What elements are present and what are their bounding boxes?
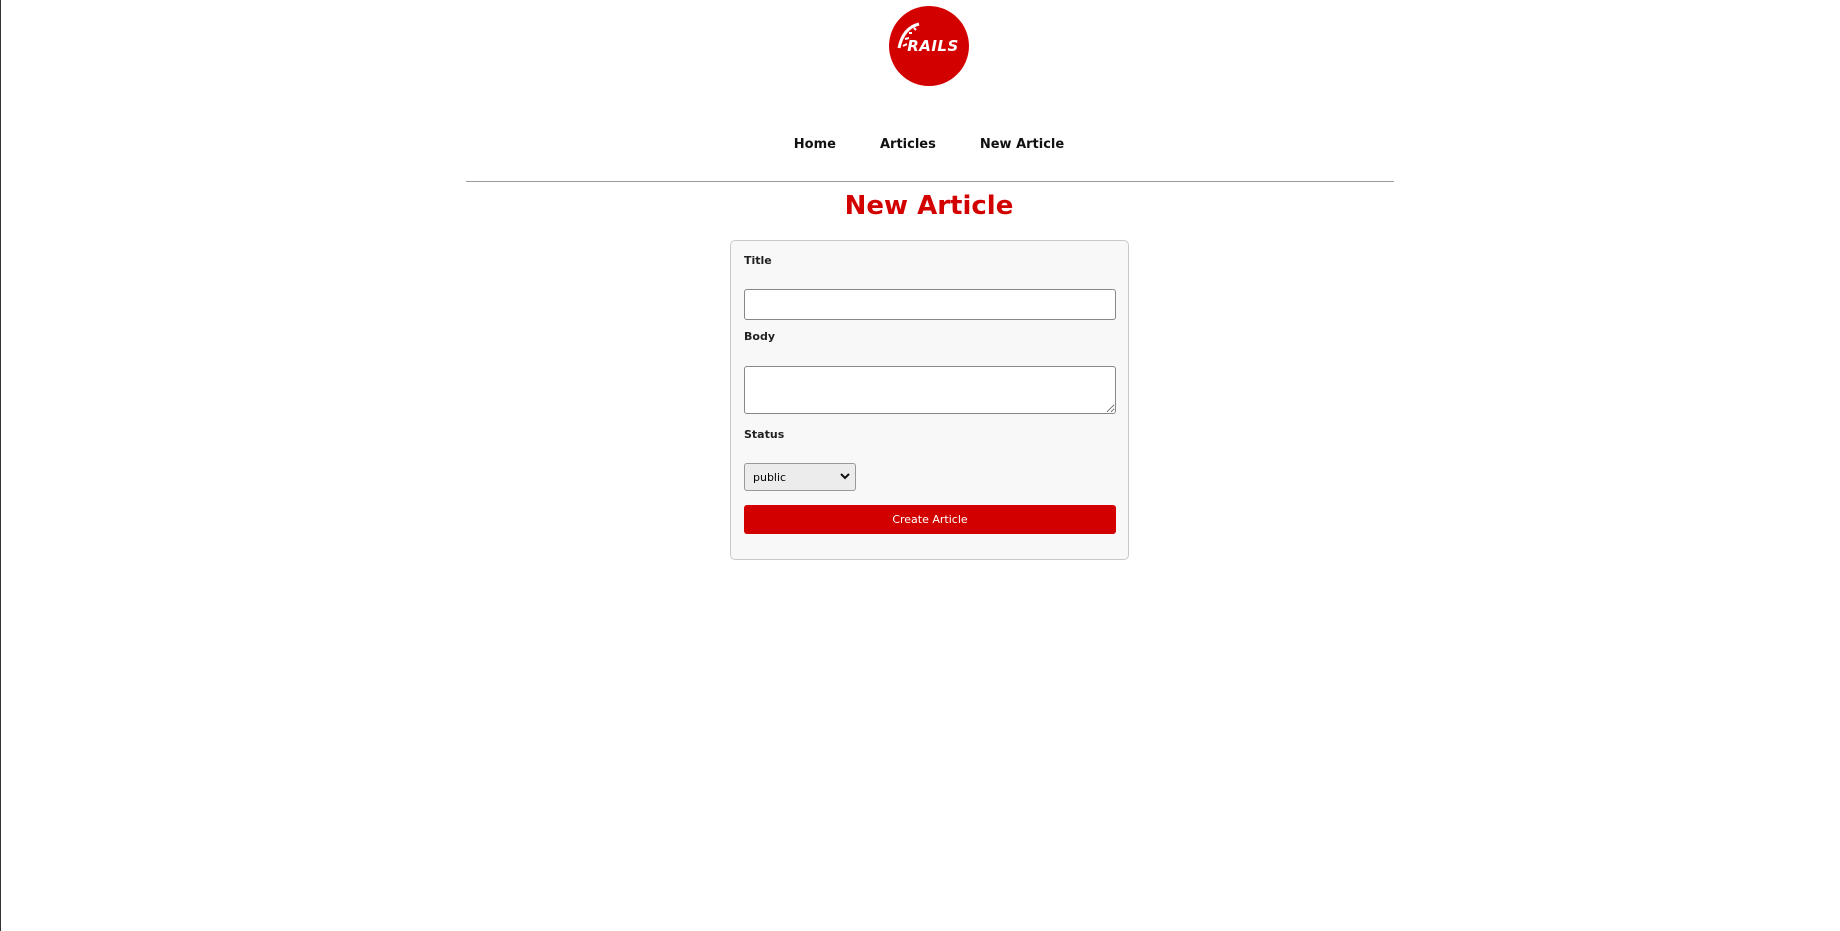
body-textarea[interactable] <box>744 366 1116 414</box>
title-input[interactable] <box>744 289 1116 320</box>
create-article-button[interactable]: Create Article <box>744 505 1116 534</box>
new-article-form: Title Body Status public Create Article <box>730 240 1129 560</box>
chevron-down-icon <box>839 470 851 485</box>
nav-articles-link[interactable]: Articles <box>880 137 936 152</box>
rails-logo-arc-icon <box>897 22 920 49</box>
main-nav: Home Articles New Article <box>1 137 1840 152</box>
rails-logo[interactable]: RAILS <box>889 6 969 86</box>
nav-new-article-link[interactable]: New Article <box>980 137 1064 152</box>
status-label: Status <box>744 428 785 441</box>
body-label: Body <box>744 330 775 343</box>
status-select-value: public <box>753 470 787 484</box>
nav-home-link[interactable]: Home <box>794 137 836 152</box>
page-title: New Article <box>844 191 1014 221</box>
title-label: Title <box>744 254 772 267</box>
header-divider <box>466 181 1394 182</box>
page: RAILS Home Articles New Article New Arti… <box>0 0 1840 931</box>
status-select[interactable]: public <box>744 463 856 491</box>
